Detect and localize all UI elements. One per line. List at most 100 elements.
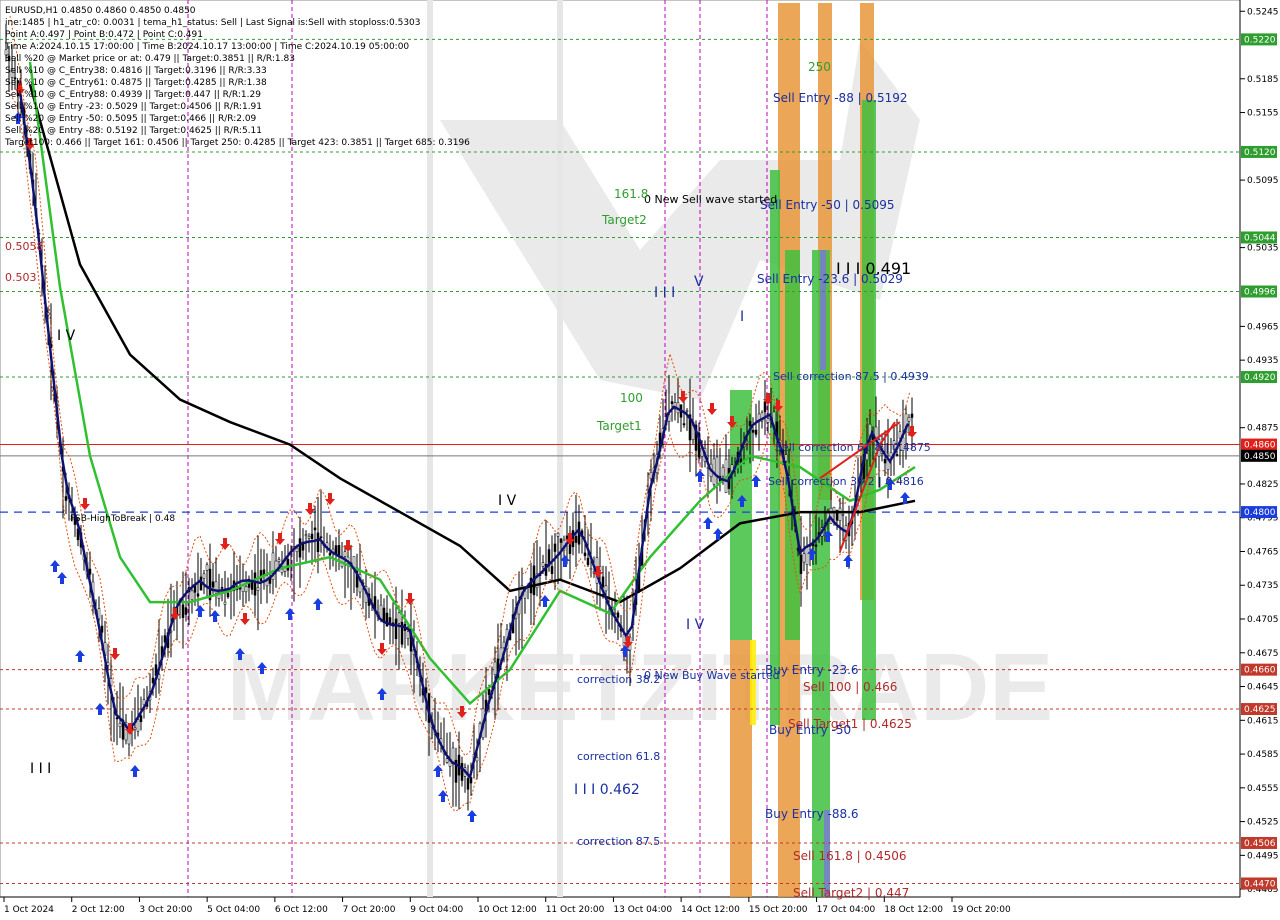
candle-body (304, 534, 308, 536)
y-tick-label: 0.5035 (1247, 244, 1279, 254)
x-tick-label: 3 Oct 20:00 (139, 905, 192, 915)
y-tick-label: 0.4705 (1247, 615, 1279, 625)
candle-body (256, 587, 260, 591)
y-tick-label: 0.4615 (1247, 716, 1279, 726)
chart-annotation: Target2 (601, 213, 647, 227)
x-tick-label: 18 Oct 12:00 (884, 905, 943, 915)
x-tick-label: 14 Oct 12:00 (681, 905, 740, 915)
candle-body (721, 467, 725, 477)
candle-body (244, 586, 248, 593)
zone-bar (750, 640, 756, 725)
price-tag-label: 0.4920 (1244, 373, 1276, 383)
zone-bar (862, 100, 876, 720)
y-tick-label: 0.4735 (1247, 581, 1279, 591)
info-line: Sell %20 @ Entry -88: 0.5192 || Target:0… (5, 126, 262, 136)
x-tick-label: 17 Oct 04:00 (817, 905, 876, 915)
price-tag-label: 0.4860 (1244, 441, 1276, 451)
candle-body (550, 566, 554, 575)
candle-body (589, 568, 593, 570)
candle-body (865, 453, 869, 461)
candle-body (541, 562, 545, 567)
chart-annotation: I I I 0.462 (574, 782, 640, 798)
info-line: Sell %10 @ C_Entry38: 0.4816 || Target:0… (5, 66, 267, 76)
candle-body (670, 401, 674, 404)
x-tick-label: 1 Oct 2024 (4, 905, 54, 915)
candle-body (910, 413, 914, 418)
candle-body (466, 778, 470, 790)
x-tick-label: 13 Oct 04:00 (613, 905, 672, 915)
info-line: Sell %10 @ C_Entry88: 0.4939 || Target:0… (5, 90, 261, 100)
candle-body (715, 456, 719, 476)
y-tick-label: 0.4765 (1247, 547, 1279, 557)
chart-annotation: Target1 (596, 419, 642, 433)
candle-body (250, 581, 254, 590)
candle-body (298, 538, 302, 558)
y-tick-label: 0.4645 (1247, 683, 1279, 693)
zone-bar (730, 390, 752, 640)
candle-body (784, 454, 788, 462)
candle-body (682, 423, 686, 426)
price-tag-label: 0.4470 (1244, 879, 1276, 889)
price-tag-label: 0.5120 (1244, 148, 1276, 158)
price-tag-label: 0.4996 (1244, 287, 1276, 297)
chart-annotation: FSB-HighToBreak | 0.48 (70, 514, 175, 524)
candle-body (211, 581, 215, 588)
candle-body (196, 593, 200, 597)
candle-body (295, 548, 299, 553)
chart-annotation: correction 61.8 (577, 750, 660, 763)
y-tick-label: 0.4585 (1247, 750, 1279, 760)
x-tick-label: 6 Oct 12:00 (275, 905, 328, 915)
candle-body (460, 763, 464, 781)
info-line: Time A:2024.10.15 17:00:00 | Time B:2024… (4, 42, 409, 52)
candle-body (313, 527, 317, 531)
candle-body (565, 535, 569, 540)
chart-annotation: V (694, 274, 704, 290)
candle-body (181, 604, 185, 618)
x-tick-label: 7 Oct 20:00 (343, 905, 396, 915)
candle-body (583, 552, 587, 557)
candle-body (556, 532, 560, 537)
y-tick-label: 0.5095 (1247, 176, 1279, 186)
y-tick-label: 0.4825 (1247, 480, 1279, 490)
candle-body (586, 557, 590, 566)
candle-body (202, 573, 206, 579)
candle-body (307, 536, 311, 539)
wave-label: I I I (30, 761, 51, 777)
x-tick-label: 2 Oct 12:00 (72, 905, 125, 915)
chart-annotation: Sell Target2 | 0.447 (793, 886, 909, 900)
candle-body (388, 617, 392, 623)
chart-annotation: Buy Entry -88.6 (765, 807, 859, 821)
candle-body (559, 538, 563, 543)
candle-body (118, 723, 122, 728)
candle-body (622, 634, 626, 647)
candle-body (907, 417, 911, 422)
x-tick-label: 19 Oct 20:00 (952, 905, 1011, 915)
candle-body (205, 564, 209, 571)
candle-body (571, 530, 575, 548)
candle-body (475, 757, 479, 762)
x-tick-label: 9 Oct 04:00 (410, 905, 463, 915)
wave-label: I V (686, 617, 705, 633)
candle-body (838, 507, 842, 522)
candle-body (832, 506, 836, 512)
price-tag-label: 0.4660 (1244, 666, 1276, 676)
candle-body (277, 559, 281, 562)
candle-body (616, 612, 620, 618)
candle-body (397, 612, 401, 624)
chart-annotation: Sell Entry -50 | 0.5095 (760, 198, 894, 212)
price-chart: MARKETZITRADE Sell Entry -88 | 0.5192 Sel… (0, 0, 1279, 915)
candle-body (136, 719, 140, 732)
price-tag-label: 0.5044 (1244, 233, 1276, 243)
chart-annotation: 0 New Buy Wave started (644, 669, 780, 682)
chart-annotation: Sell Entry -88 | 0.5192 (773, 91, 907, 105)
candle-body (394, 618, 398, 640)
candle-body (319, 536, 323, 538)
chart-annotation: 100 (620, 391, 643, 405)
candle-body (310, 533, 314, 539)
candle-body (751, 429, 755, 433)
candle-body (748, 421, 752, 427)
zone-bar (820, 250, 826, 370)
y-tick-label: 0.5185 (1247, 75, 1279, 85)
y-tick-label: 0.5245 (1247, 7, 1279, 17)
x-tick-label: 5 Oct 04:00 (207, 905, 260, 915)
